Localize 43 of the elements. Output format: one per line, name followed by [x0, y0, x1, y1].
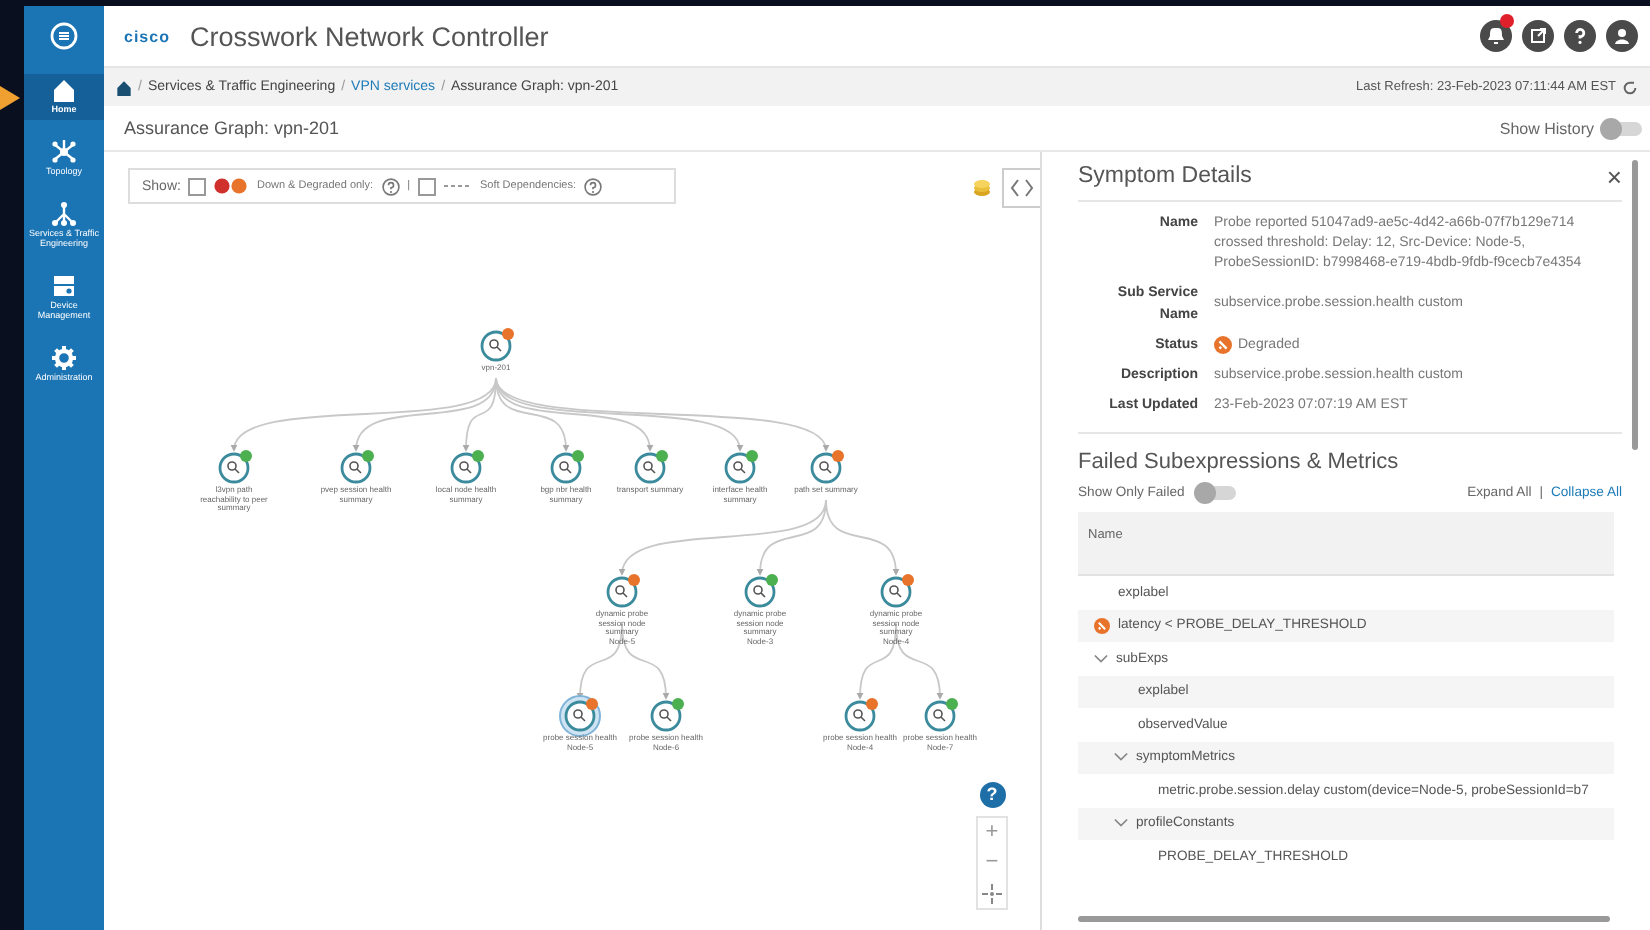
launch-button[interactable] — [1522, 20, 1554, 52]
network-icon — [52, 139, 76, 164]
panel-title: Symptom Details — [1078, 164, 1252, 188]
bell-icon — [1484, 24, 1508, 48]
help-button[interactable] — [1564, 20, 1596, 52]
fit-view-icon[interactable] — [982, 883, 1002, 903]
service-node[interactable] — [559, 695, 601, 737]
app-title: Crosswork Network Controller — [189, 21, 549, 51]
bell-button[interactable] — [1480, 20, 1512, 52]
checkbox[interactable] — [418, 177, 436, 195]
menu-icon[interactable] — [50, 22, 78, 50]
scrollbar[interactable] — [1632, 160, 1638, 450]
help-icon[interactable] — [584, 177, 603, 195]
launch-icon — [1526, 24, 1550, 48]
toggle-label: Show History — [1499, 119, 1594, 137]
hierarchy-icon — [52, 201, 76, 226]
close-button[interactable]: × — [1606, 161, 1622, 191]
gear-icon — [52, 345, 76, 370]
arrow-icon — [0, 86, 20, 110]
refresh-icon — [1622, 79, 1638, 95]
page-title: Assurance Graph: vpn-201 — [124, 118, 340, 138]
chevrons-icon — [1008, 176, 1036, 200]
collapse-button[interactable] — [1002, 168, 1040, 208]
notification-dot — [1500, 14, 1514, 28]
toggle-switch[interactable] — [1602, 121, 1642, 135]
user-icon — [1610, 24, 1634, 48]
checkbox[interactable] — [188, 177, 207, 195]
help-button[interactable]: ? — [979, 782, 1005, 808]
scrollbar[interactable] — [1078, 916, 1610, 922]
cisco-logo: cisco — [124, 27, 170, 45]
chevron-down-icon[interactable] — [1114, 752, 1128, 763]
home-icon — [52, 78, 76, 102]
dashed-line-icon — [444, 182, 472, 190]
chevron-down-icon[interactable] — [1114, 818, 1128, 829]
home-icon[interactable] — [116, 79, 132, 95]
section-title: Failed Subexpressions & Metrics — [1078, 448, 1401, 479]
help-icon[interactable] — [381, 177, 400, 195]
status-legend-icon — [214, 178, 249, 194]
toggle-switch[interactable] — [1196, 486, 1237, 501]
user-button[interactable] — [1606, 20, 1638, 52]
layers-icon — [970, 176, 994, 200]
chevron-down-icon[interactable] — [1094, 653, 1108, 664]
server-icon — [52, 273, 76, 298]
